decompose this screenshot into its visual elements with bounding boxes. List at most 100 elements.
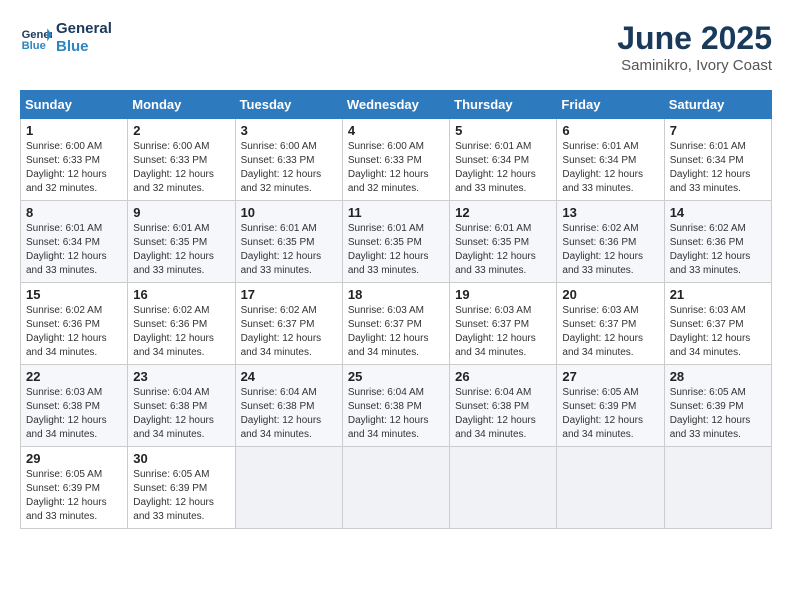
- day-info: Sunrise: 6:05 AM Sunset: 6:39 PM Dayligh…: [133, 468, 229, 524]
- page-header: General Blue General Blue June 2025 Sami…: [20, 20, 772, 74]
- calendar-cell: 5Sunrise: 6:01 AM Sunset: 6:34 PM Daylig…: [450, 119, 557, 201]
- calendar-cell: [235, 447, 342, 529]
- day-number: 5: [455, 123, 551, 138]
- day-info: Sunrise: 6:04 AM Sunset: 6:38 PM Dayligh…: [348, 386, 444, 442]
- day-number: 20: [562, 287, 658, 302]
- day-info: Sunrise: 6:00 AM Sunset: 6:33 PM Dayligh…: [241, 140, 337, 196]
- calendar-week-row: 29 Sunrise: 6:05 AM Sunset: 6:39 PM Dayli…: [21, 447, 772, 529]
- day-number: 28: [670, 369, 766, 384]
- day-number: 6: [562, 123, 658, 138]
- day-info: Sunrise: 6:02 AM Sunset: 6:37 PM Dayligh…: [241, 304, 337, 360]
- day-number: 29: [26, 451, 122, 466]
- day-info: Sunrise: 6:01 AM Sunset: 6:35 PM Dayligh…: [241, 222, 337, 278]
- day-number: 21: [670, 287, 766, 302]
- weekday-header-monday: Monday: [128, 91, 235, 119]
- day-number: 2: [133, 123, 229, 138]
- calendar-cell: 13 Sunrise: 6:02 AM Sunset: 6:36 PM Dayli…: [557, 201, 664, 283]
- calendar-cell: [450, 447, 557, 529]
- svg-text:Blue: Blue: [22, 40, 46, 52]
- day-info: Sunrise: 6:01 AM Sunset: 6:35 PM Dayligh…: [455, 222, 551, 278]
- day-info: Sunrise: 6:00 AM Sunset: 6:33 PM Dayligh…: [26, 140, 122, 196]
- day-number: 1: [26, 123, 122, 138]
- calendar-cell: 2 Sunrise: 6:00 AM Sunset: 6:33 PM Daylig…: [128, 119, 235, 201]
- calendar-cell: 29 Sunrise: 6:05 AM Sunset: 6:39 PM Dayli…: [21, 447, 128, 529]
- day-number: 18: [348, 287, 444, 302]
- calendar-week-row: 1 Sunrise: 6:00 AM Sunset: 6:33 PM Daylig…: [21, 119, 772, 201]
- day-info: Sunrise: 6:02 AM Sunset: 6:36 PM Dayligh…: [670, 222, 766, 278]
- day-info: Sunrise: 6:03 AM Sunset: 6:37 PM Dayligh…: [562, 304, 658, 360]
- title-block: June 2025 Saminikro, Ivory Coast: [617, 20, 772, 74]
- day-number: 8: [26, 205, 122, 220]
- day-number: 13: [562, 205, 658, 220]
- weekday-header-sunday: Sunday: [21, 91, 128, 119]
- calendar-cell: 1 Sunrise: 6:00 AM Sunset: 6:33 PM Daylig…: [21, 119, 128, 201]
- weekday-header-friday: Friday: [557, 91, 664, 119]
- month-title: June 2025: [617, 20, 772, 57]
- calendar-cell: [342, 447, 449, 529]
- weekday-header-tuesday: Tuesday: [235, 91, 342, 119]
- day-number: 27: [562, 369, 658, 384]
- day-info: Sunrise: 6:01 AM Sunset: 6:34 PM Dayligh…: [26, 222, 122, 278]
- weekday-header-thursday: Thursday: [450, 91, 557, 119]
- day-number: 25: [348, 369, 444, 384]
- day-info: Sunrise: 6:01 AM Sunset: 6:35 PM Dayligh…: [133, 222, 229, 278]
- calendar-cell: 22 Sunrise: 6:03 AM Sunset: 6:38 PM Dayli…: [21, 365, 128, 447]
- day-info: Sunrise: 6:05 AM Sunset: 6:39 PM Dayligh…: [26, 468, 122, 524]
- calendar-table: SundayMondayTuesdayWednesdayThursdayFrid…: [20, 90, 772, 529]
- logo-icon: General Blue: [20, 22, 52, 54]
- calendar-week-row: 8 Sunrise: 6:01 AM Sunset: 6:34 PM Daylig…: [21, 201, 772, 283]
- calendar-cell: 27 Sunrise: 6:05 AM Sunset: 6:39 PM Dayli…: [557, 365, 664, 447]
- day-number: 4: [348, 123, 444, 138]
- calendar-header-row: SundayMondayTuesdayWednesdayThursdayFrid…: [21, 91, 772, 119]
- day-number: 14: [670, 205, 766, 220]
- day-info: Sunrise: 6:00 AM Sunset: 6:33 PM Dayligh…: [348, 140, 444, 196]
- calendar-cell: 20 Sunrise: 6:03 AM Sunset: 6:37 PM Dayli…: [557, 283, 664, 365]
- calendar-cell: [664, 447, 771, 529]
- calendar-cell: 7Sunrise: 6:01 AM Sunset: 6:34 PM Daylig…: [664, 119, 771, 201]
- calendar-cell: 25 Sunrise: 6:04 AM Sunset: 6:38 PM Dayli…: [342, 365, 449, 447]
- day-number: 12: [455, 205, 551, 220]
- day-info: Sunrise: 6:01 AM Sunset: 6:34 PM Dayligh…: [670, 140, 766, 196]
- day-number: 10: [241, 205, 337, 220]
- day-info: Sunrise: 6:05 AM Sunset: 6:39 PM Dayligh…: [562, 386, 658, 442]
- day-info: Sunrise: 6:02 AM Sunset: 6:36 PM Dayligh…: [562, 222, 658, 278]
- calendar-week-row: 22 Sunrise: 6:03 AM Sunset: 6:38 PM Dayli…: [21, 365, 772, 447]
- day-info: Sunrise: 6:04 AM Sunset: 6:38 PM Dayligh…: [455, 386, 551, 442]
- weekday-header-saturday: Saturday: [664, 91, 771, 119]
- calendar-cell: 17 Sunrise: 6:02 AM Sunset: 6:37 PM Dayli…: [235, 283, 342, 365]
- calendar-cell: 23Sunrise: 6:04 AM Sunset: 6:38 PM Dayli…: [128, 365, 235, 447]
- calendar-cell: 15 Sunrise: 6:02 AM Sunset: 6:36 PM Dayli…: [21, 283, 128, 365]
- day-number: 9: [133, 205, 229, 220]
- day-number: 11: [348, 205, 444, 220]
- logo-general: General: [56, 20, 112, 38]
- location-title: Saminikro, Ivory Coast: [617, 57, 772, 74]
- day-number: 15: [26, 287, 122, 302]
- day-info: Sunrise: 6:03 AM Sunset: 6:37 PM Dayligh…: [455, 304, 551, 360]
- day-number: 30: [133, 451, 229, 466]
- day-info: Sunrise: 6:03 AM Sunset: 6:38 PM Dayligh…: [26, 386, 122, 442]
- calendar-cell: 26 Sunrise: 6:04 AM Sunset: 6:38 PM Dayli…: [450, 365, 557, 447]
- day-info: Sunrise: 6:04 AM Sunset: 6:38 PM Dayligh…: [133, 386, 229, 442]
- day-number: 17: [241, 287, 337, 302]
- calendar-cell: 9 Sunrise: 6:01 AM Sunset: 6:35 PM Daylig…: [128, 201, 235, 283]
- calendar-week-row: 15 Sunrise: 6:02 AM Sunset: 6:36 PM Dayli…: [21, 283, 772, 365]
- day-number: 26: [455, 369, 551, 384]
- day-info: Sunrise: 6:03 AM Sunset: 6:37 PM Dayligh…: [670, 304, 766, 360]
- calendar-cell: 11Sunrise: 6:01 AM Sunset: 6:35 PM Dayli…: [342, 201, 449, 283]
- day-number: 3: [241, 123, 337, 138]
- calendar-cell: 6Sunrise: 6:01 AM Sunset: 6:34 PM Daylig…: [557, 119, 664, 201]
- day-info: Sunrise: 6:02 AM Sunset: 6:36 PM Dayligh…: [26, 304, 122, 360]
- calendar-cell: 21 Sunrise: 6:03 AM Sunset: 6:37 PM Dayli…: [664, 283, 771, 365]
- calendar-cell: 16 Sunrise: 6:02 AM Sunset: 6:36 PM Dayli…: [128, 283, 235, 365]
- day-info: Sunrise: 6:02 AM Sunset: 6:36 PM Dayligh…: [133, 304, 229, 360]
- calendar-cell: 19Sunrise: 6:03 AM Sunset: 6:37 PM Dayli…: [450, 283, 557, 365]
- calendar-cell: 30 Sunrise: 6:05 AM Sunset: 6:39 PM Dayli…: [128, 447, 235, 529]
- day-number: 22: [26, 369, 122, 384]
- calendar-cell: 14 Sunrise: 6:02 AM Sunset: 6:36 PM Dayli…: [664, 201, 771, 283]
- calendar-cell: 3 Sunrise: 6:00 AM Sunset: 6:33 PM Daylig…: [235, 119, 342, 201]
- day-number: 16: [133, 287, 229, 302]
- day-info: Sunrise: 6:00 AM Sunset: 6:33 PM Dayligh…: [133, 140, 229, 196]
- day-number: 24: [241, 369, 337, 384]
- calendar-cell: 18Sunrise: 6:03 AM Sunset: 6:37 PM Dayli…: [342, 283, 449, 365]
- weekday-header-wednesday: Wednesday: [342, 91, 449, 119]
